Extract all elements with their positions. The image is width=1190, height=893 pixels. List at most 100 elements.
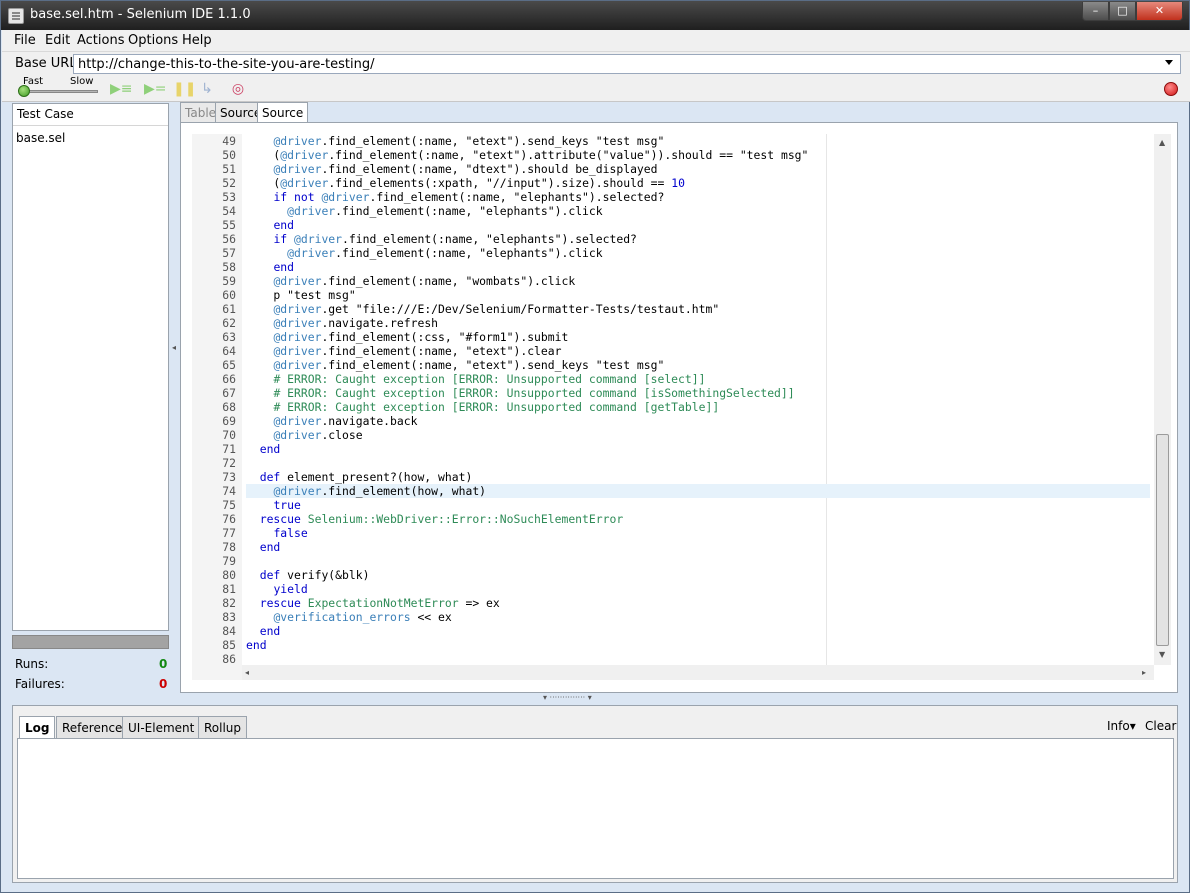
line-number: 62: [222, 316, 236, 330]
code-line[interactable]: @verification_errors << ex: [246, 610, 451, 624]
base-url-input[interactable]: http://change-this-to-the-site-you-are-t…: [73, 54, 1181, 74]
line-number: 66: [222, 372, 236, 386]
code-line[interactable]: if @driver.find_element(:name, "elephant…: [246, 232, 636, 246]
code-line[interactable]: @driver.find_element(:name, "etext").sen…: [246, 134, 664, 148]
line-number: 65: [222, 358, 236, 372]
code-line[interactable]: p "test msg": [246, 288, 355, 302]
failures-label: Failures:: [15, 677, 65, 691]
line-number: 79: [222, 554, 236, 568]
line-number: 82: [222, 596, 236, 610]
test-case-header: Test Case: [13, 104, 168, 126]
code-line[interactable]: @driver.find_element(:name, "elephants")…: [246, 246, 602, 260]
code-line[interactable]: @driver.find_element(:css, "#form1").sub…: [246, 330, 568, 344]
code-line[interactable]: @driver.close: [246, 428, 362, 442]
tab-log[interactable]: Log: [19, 716, 56, 739]
tab-reference[interactable]: Reference: [56, 716, 129, 739]
line-number: 64: [222, 344, 236, 358]
menu-actions[interactable]: Actions: [77, 33, 125, 48]
code-line[interactable]: false: [246, 526, 307, 540]
code-line[interactable]: def verify(&blk): [246, 568, 370, 582]
menu-edit[interactable]: Edit: [45, 33, 70, 48]
code-line[interactable]: (@driver.find_element(:name, "etext").at…: [246, 148, 808, 162]
code-line[interactable]: end: [246, 540, 281, 554]
line-number: 77: [222, 526, 236, 540]
menu-help[interactable]: Help: [182, 33, 212, 48]
tab-rollup[interactable]: Rollup: [198, 716, 248, 739]
code-line[interactable]: end: [246, 624, 281, 638]
close-button[interactable]: ✕: [1136, 2, 1183, 21]
source-editor[interactable]: 49 @driver.find_element(:name, "etext").…: [192, 134, 1154, 680]
clear-button[interactable]: Clear: [1145, 719, 1176, 733]
menu-options[interactable]: Options: [128, 33, 178, 48]
code-line[interactable]: @driver.find_element(:name, "dtext").sho…: [246, 162, 657, 176]
line-number: 84: [222, 624, 236, 638]
code-line[interactable]: @driver.find_element(:name, "elephants")…: [246, 204, 602, 218]
code-line[interactable]: rescue Selenium::WebDriver::Error::NoSuc…: [246, 512, 623, 526]
code-line[interactable]: end: [246, 442, 281, 456]
code-line[interactable]: end: [246, 218, 294, 232]
code-line[interactable]: @driver.find_element(:name, "etext").cle…: [246, 344, 561, 358]
line-number: 83: [222, 610, 236, 624]
test-case-panel: Test Case base.sel: [12, 103, 169, 631]
scroll-down-icon[interactable]: ▼: [1159, 650, 1165, 659]
code-line[interactable]: @driver.find_element(:name, "wombats").c…: [246, 274, 575, 288]
info-dropdown[interactable]: Info▾: [1107, 719, 1136, 733]
rollup-icon[interactable]: ◎: [227, 81, 249, 97]
scroll-left-icon[interactable]: ◂: [245, 668, 249, 677]
scroll-right-icon[interactable]: ▸: [1142, 668, 1146, 677]
code-line[interactable]: (@driver.find_elements(:xpath, "//input"…: [246, 176, 685, 190]
speed-slider-handle[interactable]: [18, 85, 30, 97]
code-line[interactable]: true: [246, 498, 300, 512]
play-suite-icon[interactable]: ▶≡: [110, 81, 133, 97]
line-number: 75: [222, 498, 236, 512]
line-number: 74: [222, 484, 236, 498]
chevron-down-icon[interactable]: [1165, 60, 1173, 65]
vertical-scrollbar[interactable]: ▲ ▼: [1154, 134, 1171, 665]
collapse-left-icon[interactable]: ◂: [172, 343, 176, 352]
code-line[interactable]: yield: [246, 582, 307, 596]
speed-slider[interactable]: [20, 90, 98, 93]
code-line[interactable]: end: [246, 638, 267, 652]
collapse-up-icon[interactable]: ▾ ·············· ▾: [543, 693, 592, 702]
tab-ui-element[interactable]: UI-Element: [122, 716, 201, 739]
line-number: 72: [222, 456, 236, 470]
line-number: 78: [222, 540, 236, 554]
speed-slow-label: Slow: [70, 76, 94, 87]
code-line[interactable]: # ERROR: Caught exception [ERROR: Unsupp…: [246, 372, 705, 386]
code-line[interactable]: @driver.find_element(how, what): [246, 484, 486, 498]
toolbar: Fast Slow ▶≡ ▶= ❚❚ ↳ ◎: [2, 75, 1190, 102]
code-line[interactable]: end: [246, 260, 294, 274]
line-number: 55: [222, 218, 236, 232]
line-number: 69: [222, 414, 236, 428]
log-pane: Log Reference UI-Element Rollup Info▾ Cl…: [12, 705, 1178, 883]
scroll-up-icon[interactable]: ▲: [1159, 138, 1165, 147]
scrollbar-thumb[interactable]: [1156, 434, 1169, 646]
minimize-button[interactable]: –: [1082, 2, 1109, 21]
code-line[interactable]: def element_present?(how, what): [246, 470, 473, 484]
runs-label: Runs:: [15, 657, 49, 671]
code-line[interactable]: @driver.find_element(:name, "etext").sen…: [246, 358, 664, 372]
horizontal-splitter[interactable]: ▾ ·············· ▾: [1, 693, 1189, 702]
record-icon[interactable]: [1164, 82, 1178, 96]
step-icon[interactable]: ↳: [196, 81, 218, 97]
code-line[interactable]: rescue ExpectationNotMetError => ex: [246, 596, 500, 610]
vertical-splitter[interactable]: ◂: [172, 103, 180, 693]
code-line[interactable]: # ERROR: Caught exception [ERROR: Unsupp…: [246, 400, 719, 414]
line-number: 56: [222, 232, 236, 246]
window-title: base.sel.htm - Selenium IDE 1.1.0: [30, 7, 251, 22]
print-margin-line: [826, 134, 827, 666]
log-output: [17, 738, 1174, 879]
play-current-icon[interactable]: ▶=: [144, 81, 167, 97]
maximize-button[interactable]: □: [1109, 2, 1136, 21]
code-line[interactable]: # ERROR: Caught exception [ERROR: Unsupp…: [246, 386, 794, 400]
code-line[interactable]: @driver.navigate.refresh: [246, 316, 438, 330]
code-line[interactable]: @driver.get "file:///E:/Dev/Selenium/For…: [246, 302, 719, 316]
test-case-item[interactable]: base.sel: [16, 131, 65, 145]
line-number: 57: [222, 246, 236, 260]
pause-icon[interactable]: ❚❚: [173, 81, 196, 97]
tab-source-active[interactable]: Source: [257, 102, 309, 124]
code-line[interactable]: if not @driver.find_element(:name, "elep…: [246, 190, 664, 204]
code-line[interactable]: @driver.navigate.back: [246, 414, 417, 428]
horizontal-scrollbar[interactable]: ◂ ▸: [242, 665, 1154, 680]
menu-file[interactable]: File: [14, 33, 36, 48]
